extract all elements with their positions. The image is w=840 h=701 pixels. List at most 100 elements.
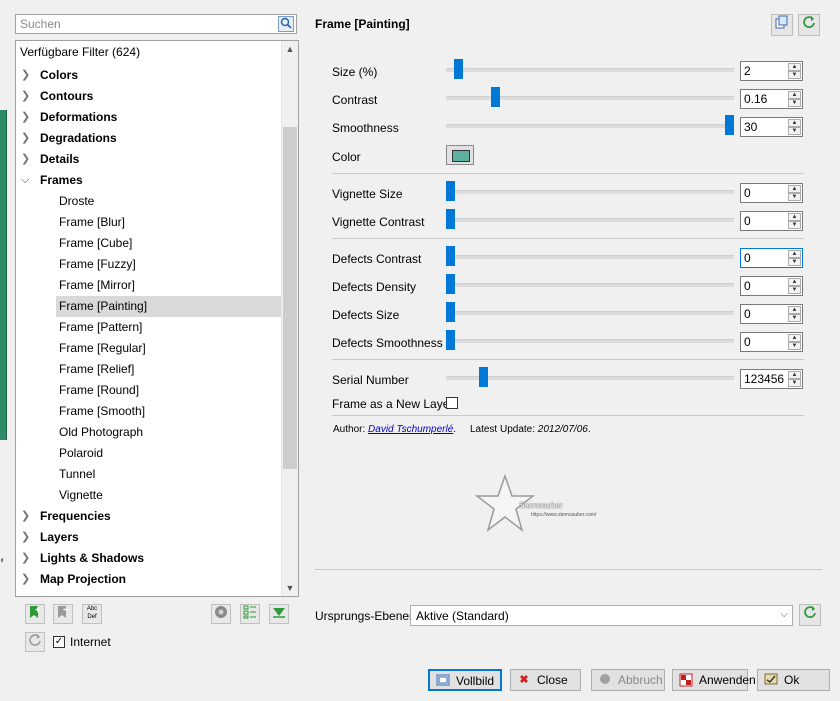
spin-down-icon[interactable]: ▼ <box>788 193 801 201</box>
slider-handle[interactable] <box>491 87 500 107</box>
slider-handle[interactable] <box>446 330 455 350</box>
chevron-right-icon[interactable]: ❯ <box>21 65 31 86</box>
tree-category-degradations[interactable]: ❯ Degradations <box>16 128 282 149</box>
chevron-right-icon[interactable]: ❯ <box>21 548 31 569</box>
cancel-button[interactable]: Abbruch <box>591 669 665 691</box>
rename-button[interactable]: Abc Def <box>82 604 102 624</box>
param-defects-size-slider[interactable] <box>446 302 734 322</box>
param-defects-contrast-spinbox[interactable]: 0 ▲ ▼ <box>740 248 803 268</box>
slider-handle[interactable] <box>446 209 455 229</box>
spin-down-icon[interactable]: ▼ <box>788 314 801 322</box>
spin-up-icon[interactable]: ▲ <box>788 185 801 193</box>
param-smoothness-spinbox[interactable]: 30 ▲ ▼ <box>740 117 803 137</box>
spin-down-icon[interactable]: ▼ <box>788 127 801 135</box>
slider-handle[interactable] <box>725 115 734 135</box>
tree-item-vignette[interactable]: Vignette <box>16 485 282 506</box>
param-defects-smoothness-slider[interactable] <box>446 330 734 350</box>
param-size-slider[interactable] <box>446 59 734 79</box>
new-layer-checkbox[interactable] <box>446 397 458 409</box>
param-smoothness-slider[interactable] <box>446 115 734 135</box>
tree-item-droste[interactable]: Droste <box>16 191 282 212</box>
spin-up-icon[interactable]: ▲ <box>788 119 801 127</box>
param-vignette-contrast-slider[interactable] <box>446 209 734 229</box>
add-favorite-button[interactable] <box>25 604 45 624</box>
search-icon[interactable] <box>278 16 294 32</box>
param-defects-contrast-slider[interactable] <box>446 246 734 266</box>
tree-item-frame-relief[interactable]: Frame [Relief] <box>16 359 282 380</box>
close-button[interactable]: ✖ Close <box>510 669 581 691</box>
expand-button[interactable] <box>269 604 289 624</box>
spin-down-icon[interactable]: ▼ <box>788 258 801 266</box>
chevron-right-icon[interactable]: ❯ <box>21 506 31 527</box>
chevron-right-icon[interactable]: ❯ <box>21 149 31 170</box>
filter-tree[interactable]: Verfügbare Filter (624) ❯ Colors ❯ Contour… <box>15 40 299 597</box>
tree-category-details[interactable]: ❯ Details <box>16 149 282 170</box>
color-picker-button[interactable] <box>446 145 474 165</box>
scrollbar-thumb[interactable] <box>283 127 297 469</box>
tree-item-frame-painting[interactable]: Frame [Painting] <box>16 296 282 317</box>
chevron-down-icon[interactable]: ⌵ <box>21 170 31 191</box>
param-defects-density-spinbox[interactable]: 0 ▲ ▼ <box>740 276 803 296</box>
tree-item-frame-fuzzy[interactable]: Frame [Fuzzy] <box>16 254 282 275</box>
refresh-layers-button[interactable] <box>799 604 821 626</box>
slider-handle[interactable] <box>446 302 455 322</box>
tree-category-deformations[interactable]: ❯ Deformations <box>16 107 282 128</box>
selection-mode-button[interactable] <box>240 604 260 624</box>
remove-favorite-button[interactable] <box>53 604 73 624</box>
tree-category-contours[interactable]: ❯ Contours <box>16 86 282 107</box>
chevron-right-icon[interactable]: ❯ <box>21 527 31 548</box>
tree-category-colors[interactable]: ❯ Colors <box>16 65 282 86</box>
spin-up-icon[interactable]: ▲ <box>788 250 801 258</box>
param-contrast-spinbox[interactable]: 0.16 ▲ ▼ <box>740 89 803 109</box>
spin-down-icon[interactable]: ▼ <box>788 286 801 294</box>
param-serial-number-slider[interactable] <box>446 367 734 387</box>
tree-category-map-projection[interactable]: ❯ Map Projection <box>16 569 282 590</box>
param-defects-size-spinbox[interactable]: 0 ▲ ▼ <box>740 304 803 324</box>
search-box[interactable] <box>15 14 297 34</box>
tree-category-frequencies[interactable]: ❯ Frequencies <box>16 506 282 527</box>
scroll-up-icon[interactable]: ▲ <box>282 41 298 57</box>
tree-category-layers[interactable]: ❯ Layers <box>16 527 282 548</box>
spin-up-icon[interactable]: ▲ <box>788 63 801 71</box>
tree-item-frame-blur[interactable]: Frame [Blur] <box>16 212 282 233</box>
visibility-button[interactable] <box>211 604 231 624</box>
search-input[interactable] <box>16 15 274 33</box>
slider-handle[interactable] <box>446 246 455 266</box>
param-vignette-size-slider[interactable] <box>446 181 734 201</box>
spin-up-icon[interactable]: ▲ <box>788 371 801 379</box>
tree-item-polaroid[interactable]: Polaroid <box>16 443 282 464</box>
spin-up-icon[interactable]: ▲ <box>788 306 801 314</box>
chevron-right-icon[interactable]: ❯ <box>21 128 31 149</box>
chevron-right-icon[interactable]: ❯ <box>21 86 31 107</box>
spin-up-icon[interactable]: ▲ <box>788 334 801 342</box>
reset-parameters-button[interactable] <box>798 14 820 36</box>
tree-item-old-photograph[interactable]: Old Photograph <box>16 422 282 443</box>
refresh-internet-button[interactable] <box>25 632 45 652</box>
slider-handle[interactable] <box>454 59 463 79</box>
spin-down-icon[interactable]: ▼ <box>788 342 801 350</box>
param-vignette-size-spinbox[interactable]: 0 ▲ ▼ <box>740 183 803 203</box>
tree-item-frame-regular[interactable]: Frame [Regular] <box>16 338 282 359</box>
slider-handle[interactable] <box>446 181 455 201</box>
slider-handle[interactable] <box>446 274 455 294</box>
param-defects-smoothness-spinbox[interactable]: 0 ▲ ▼ <box>740 332 803 352</box>
tree-scrollbar[interactable]: ▲ ▼ <box>281 41 298 596</box>
spin-down-icon[interactable]: ▼ <box>788 221 801 229</box>
tree-category-frames[interactable]: ⌵ Frames <box>16 170 282 191</box>
spin-down-icon[interactable]: ▼ <box>788 379 801 387</box>
param-serial-number-spinbox[interactable]: 123456 ▲ ▼ <box>740 369 803 389</box>
chevron-right-icon[interactable]: ❯ <box>21 107 31 128</box>
param-size-spinbox[interactable]: 2 ▲ ▼ <box>740 61 803 81</box>
tree-item-frame-round[interactable]: Frame [Round] <box>16 380 282 401</box>
ok-button[interactable]: Ok <box>757 669 830 691</box>
slider-handle[interactable] <box>479 367 488 387</box>
tree-item-frame-cube[interactable]: Frame [Cube] <box>16 233 282 254</box>
internet-checkbox[interactable]: ✓ <box>53 636 65 648</box>
tree-item-frame-pattern[interactable]: Frame [Pattern] <box>16 317 282 338</box>
spin-up-icon[interactable]: ▲ <box>788 278 801 286</box>
chevron-right-icon[interactable]: ❯ <box>21 569 31 590</box>
author-link[interactable]: David Tschumperlé <box>368 424 453 435</box>
input-layers-select[interactable]: Aktive (Standard) ⌵ <box>410 605 793 626</box>
copy-to-clipboard-button[interactable] <box>771 14 793 36</box>
apply-button[interactable]: Anwenden <box>672 669 756 691</box>
